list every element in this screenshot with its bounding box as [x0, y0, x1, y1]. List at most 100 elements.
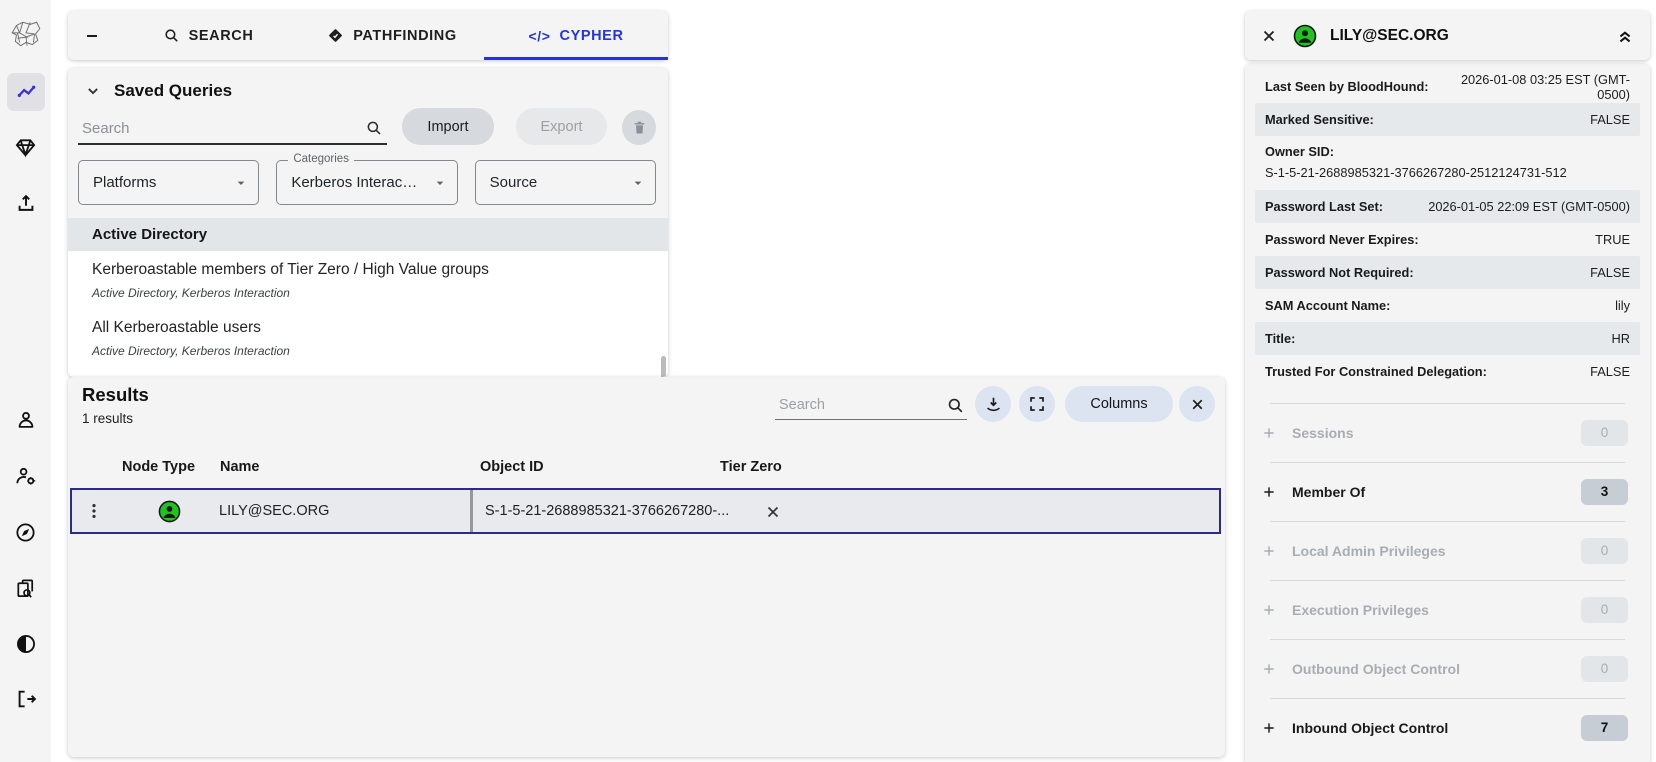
- property-row: Trusted For Constrained Delegation: FALS…: [1255, 355, 1640, 388]
- property-label: SAM Account Name:: [1265, 298, 1390, 313]
- property-row: Password Last Set: 2026-01-05 22:09 EST …: [1255, 190, 1640, 223]
- sidebar-item-docs[interactable]: [0, 513, 51, 551]
- bloodhound-logo: [0, 14, 51, 56]
- property-value: TRUE: [1595, 232, 1630, 247]
- results-search-input[interactable]: [777, 396, 931, 414]
- cell-object-id[interactable]: S-1-5-21-2688985321-3766267280-...: [485, 503, 729, 519]
- results-title: Results: [82, 384, 149, 406]
- source-select[interactable]: Source: [475, 160, 656, 205]
- section-label: Member Of: [1292, 484, 1365, 500]
- property-label: Trusted For Constrained Delegation:: [1265, 364, 1487, 379]
- property-row: SAM Account Name: lily: [1255, 289, 1640, 322]
- section-execution-privileges[interactable]: Execution Privileges 0: [1245, 580, 1650, 639]
- section-count-badge: 0: [1581, 656, 1628, 682]
- result-table-row[interactable]: LILY@SEC.ORG S-1-5-21-2688985321-3766267…: [70, 488, 1221, 534]
- query-list-scrollbar[interactable]: [661, 356, 666, 377]
- query-title: All Kerberoastable users: [92, 318, 668, 338]
- query-list-item[interactable]: Kerberoastable members of Tier Zero / Hi…: [68, 251, 668, 309]
- query-tags: Active Directory, Kerberos Interaction: [92, 344, 668, 358]
- saved-queries-search: [78, 109, 387, 145]
- person-icon: [15, 409, 37, 431]
- search-icon: [163, 27, 180, 44]
- categories-select[interactable]: Categories Kerberos Interacti...: [276, 160, 457, 205]
- tab-cypher[interactable]: </> CYPHER: [484, 11, 668, 60]
- saved-queries-list: Active Directory Kerberoastable members …: [68, 218, 668, 377]
- query-list-item[interactable]: Kerberoastable users with most admin pri…: [68, 367, 668, 377]
- section-member-of[interactable]: Member Of 3: [1245, 462, 1650, 521]
- close-results-button[interactable]: [1179, 386, 1215, 422]
- column-header-tier-zero[interactable]: Tier Zero: [720, 459, 782, 475]
- sidebar-item-api-explorer[interactable]: [0, 569, 51, 607]
- sidebar-item-group-management[interactable]: [0, 128, 51, 166]
- chevron-down-icon[interactable]: [83, 81, 103, 101]
- property-value: FALSE: [1590, 265, 1630, 280]
- explore-tab-bar: SEARCH PATHFINDING </> CYPHER: [68, 11, 668, 60]
- property-row: Owner SID: S-1-5-21-2688985321-376626728…: [1255, 136, 1640, 190]
- columns-button[interactable]: Columns: [1065, 386, 1173, 422]
- property-label: Owner SID:: [1265, 144, 1334, 159]
- gem-icon: [14, 136, 37, 159]
- row-menu-button[interactable]: [84, 501, 104, 521]
- tab-search[interactable]: SEARCH: [116, 11, 300, 60]
- trash-icon: [631, 119, 648, 136]
- property-label: Title:: [1265, 331, 1295, 346]
- property-label: Password Never Expires:: [1265, 232, 1419, 247]
- collapse-entity-panel-button[interactable]: [1615, 26, 1635, 46]
- results-panel: Results 1 results Columns Node Type Name…: [68, 377, 1225, 757]
- categories-select-value: Kerberos Interacti...: [291, 174, 421, 191]
- plus-icon: [1261, 661, 1277, 677]
- sidebar-item-profile[interactable]: [0, 401, 51, 439]
- property-row: Title: HR: [1255, 322, 1640, 355]
- export-button[interactable]: Export: [516, 108, 608, 145]
- section-inbound-object-control[interactable]: Inbound Object Control 7: [1245, 698, 1650, 757]
- section-outbound-object-control[interactable]: Outbound Object Control 0: [1245, 639, 1650, 698]
- property-value: FALSE: [1590, 364, 1630, 379]
- column-header-name[interactable]: Name: [220, 459, 260, 475]
- contrast-icon: [15, 633, 37, 655]
- section-sessions[interactable]: Sessions 0: [1245, 403, 1650, 462]
- cell-name: LILY@SEC.ORG: [219, 503, 329, 519]
- property-row: Password Never Expires: TRUE: [1255, 223, 1640, 256]
- minimize-button[interactable]: [68, 11, 116, 60]
- logout-icon: [15, 688, 37, 710]
- column-header-object-id[interactable]: Object ID: [480, 459, 544, 475]
- saved-queries-filters: Platforms Categories Kerberos Interacti.…: [68, 147, 668, 205]
- plus-icon: [1261, 720, 1277, 736]
- property-row: Last Seen by BloodHound: 2026-01-08 03:2…: [1255, 70, 1640, 103]
- close-entity-panel-button[interactable]: [1260, 27, 1278, 45]
- tab-pathfinding[interactable]: PATHFINDING: [300, 11, 484, 60]
- tier-zero-false-icon: [764, 503, 782, 521]
- saved-queries-panel: Saved Queries Import Export Platforms Ca…: [68, 68, 668, 377]
- entity-panel-header: LILY@SEC.ORG: [1245, 11, 1650, 60]
- section-label: Local Admin Privileges: [1292, 543, 1446, 559]
- user-node-icon: [1293, 24, 1317, 48]
- platforms-select[interactable]: Platforms: [78, 160, 259, 205]
- column-header-node-type[interactable]: Node Type: [122, 459, 195, 475]
- app-sidebar: [0, 0, 51, 762]
- sidebar-item-file-ingest[interactable]: [0, 184, 51, 222]
- delete-queries-button[interactable]: [622, 110, 656, 145]
- sidebar-item-administration[interactable]: [0, 457, 51, 495]
- caret-down-icon: [233, 175, 249, 191]
- tab-search-label: SEARCH: [189, 28, 254, 44]
- sidebar-item-logout[interactable]: [0, 680, 51, 718]
- property-row: Marked Sensitive: FALSE: [1255, 103, 1640, 136]
- caret-down-icon: [630, 175, 646, 191]
- caret-down-icon: [432, 175, 448, 191]
- expand-results-button[interactable]: [1019, 386, 1055, 422]
- search-icon: [365, 119, 383, 137]
- sidebar-item-explore[interactable]: [7, 73, 45, 111]
- pathfinding-icon: [327, 27, 344, 44]
- import-button[interactable]: Import: [402, 108, 493, 145]
- section-local-admin-privileges[interactable]: Local Admin Privileges 0: [1245, 521, 1650, 580]
- entity-title: LILY@SEC.ORG: [1330, 27, 1449, 45]
- section-label: Outbound Object Control: [1292, 661, 1460, 677]
- query-list-item[interactable]: All Kerberoastable users Active Director…: [68, 309, 668, 367]
- sidebar-item-dark-mode[interactable]: [0, 625, 51, 663]
- chart-line-icon: [15, 81, 38, 104]
- platforms-select-value: Platforms: [93, 174, 156, 191]
- property-label: Last Seen by BloodHound:: [1265, 79, 1429, 94]
- query-category-header: Active Directory: [68, 218, 668, 251]
- download-results-button[interactable]: [975, 386, 1011, 422]
- saved-queries-search-input[interactable]: [80, 119, 374, 138]
